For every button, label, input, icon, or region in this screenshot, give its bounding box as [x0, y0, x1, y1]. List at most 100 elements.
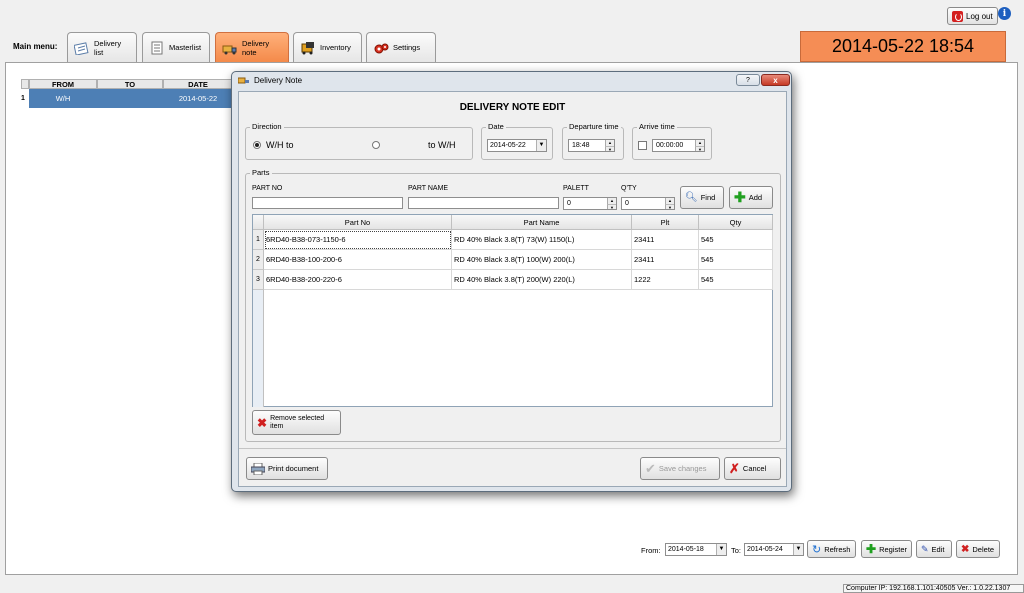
table-cell-plt[interactable]: 23411 — [632, 250, 699, 270]
refresh-button[interactable]: ↻ Refresh — [807, 540, 856, 558]
delivery-note-icon — [222, 45, 237, 54]
arrive-time-input[interactable]: 00:00:00 ▲ ▼ — [652, 139, 705, 152]
remove-selected-button[interactable]: ✖ Remove selected item — [252, 410, 341, 435]
remove-selected-label: Remove selected item — [270, 415, 324, 431]
plus-icon: ✚ — [734, 189, 746, 205]
power-icon — [952, 10, 963, 22]
departure-group: Departure time 18:48 ▲ ▼ — [562, 122, 624, 160]
tab-masterlist[interactable]: Masterlist — [142, 32, 210, 62]
spin-down-icon[interactable]: ▼ — [605, 145, 614, 151]
find-button[interactable]: 🔍︎ Find — [680, 186, 724, 209]
table-cell-qty[interactable]: 545 — [699, 250, 773, 270]
table-cell-plt[interactable]: 1222 — [632, 270, 699, 290]
from-date-value: 2014-05-18 — [668, 546, 704, 553]
column-header-part-name[interactable]: Part Name — [452, 215, 632, 230]
palett-input[interactable]: 0 ▲ ▼ — [563, 197, 617, 210]
qty-input[interactable]: 0 ▲ ▼ — [621, 197, 675, 210]
spin-down-icon[interactable]: ▼ — [607, 203, 616, 209]
date-label: Date — [486, 122, 506, 131]
edit-icon: ✎ — [921, 543, 929, 554]
settings-icon — [374, 43, 389, 53]
column-header-part-no[interactable]: Part No — [264, 215, 452, 230]
radio-wh-to-label: W/H to — [266, 140, 294, 150]
status-bar: Computer IP: 192.168.1.101:40505 Ver.: 1… — [843, 584, 1024, 593]
table-cell-part-name[interactable]: RD 40% Black 3.8(T) 100(W) 200(L) — [452, 250, 632, 270]
arrive-value: 00:00:00 — [656, 142, 684, 149]
table-cell-plt[interactable]: 23411 — [632, 230, 699, 250]
parts-label: Parts — [250, 168, 272, 177]
table-cell-date[interactable]: 2014-05-22 — [163, 89, 233, 108]
table-cell-to[interactable] — [97, 89, 163, 108]
tab-label: Inventory — [320, 43, 351, 52]
row-number: 3 — [253, 270, 264, 290]
column-header-date[interactable]: DATE — [163, 79, 233, 89]
tab-label: Settings — [393, 43, 421, 52]
save-changes-button[interactable]: ✔ Save changes — [640, 457, 720, 480]
table-cell-part-no[interactable]: 6RD40-B38-100-200-6 — [264, 250, 452, 270]
register-button[interactable]: ✚ Register — [861, 540, 912, 558]
cancel-icon: ✗ — [729, 460, 740, 476]
delivery-list-icon — [74, 41, 89, 55]
date-value: 2014-05-22 — [490, 142, 526, 149]
column-header-qty[interactable]: Qty — [699, 215, 773, 230]
chevron-down-icon: ▼ — [536, 140, 546, 151]
table-cell-part-no[interactable]: 6RD40-B38-200-220-6 — [264, 270, 452, 290]
row-number: 1 — [253, 230, 264, 250]
column-header-to[interactable]: TO — [97, 79, 163, 89]
table-cell-from[interactable]: W/H — [29, 89, 97, 108]
radio-wh-to[interactable] — [253, 141, 261, 149]
save-label: Save changes — [658, 464, 707, 473]
dialog-title-bar: Delivery Note — [238, 75, 302, 85]
table-cell-qty[interactable]: 545 — [699, 230, 773, 250]
from-date-select[interactable]: 2014-05-18 ▼ — [665, 543, 727, 556]
tab-settings[interactable]: Settings — [366, 32, 436, 62]
tab-label: Delivery note — [242, 38, 270, 57]
parts-table: Part No Part Name Plt Qty 1 6RD40-B38-07… — [252, 214, 773, 407]
palett-label: PALETT — [563, 185, 589, 192]
delivery-note-dialog: Delivery Note ? x DELIVERY NOTE EDIT Dir… — [231, 71, 792, 492]
add-label: Add — [748, 193, 763, 202]
masterlist-icon — [151, 41, 163, 54]
departure-value: 18:48 — [572, 142, 590, 149]
arrive-label: Arrive time — [637, 122, 677, 131]
info-icon: i — [998, 7, 1011, 20]
direction-group: Direction W/H to to W/H — [245, 122, 473, 160]
palett-value: 0 — [567, 200, 571, 207]
edit-button[interactable]: ✎ Edit — [916, 540, 952, 558]
table-cell-part-no[interactable]: 6RD40-B38-073-1150-6 — [264, 230, 452, 250]
date-select[interactable]: 2014-05-22 ▼ — [487, 139, 547, 152]
spin-down-icon[interactable]: ▼ — [665, 203, 674, 209]
close-button[interactable]: x — [761, 74, 790, 86]
departure-time-input[interactable]: 18:48 ▲ ▼ — [568, 139, 615, 152]
spin-down-icon[interactable]: ▼ — [695, 145, 704, 151]
remove-label-line2: item — [270, 422, 284, 430]
part-no-input[interactable] — [252, 197, 403, 209]
qty-value: 0 — [625, 200, 629, 207]
refresh-icon: ↻ — [812, 543, 822, 556]
table-corner — [253, 215, 264, 230]
radio-to-wh[interactable] — [372, 141, 380, 149]
part-name-input[interactable] — [408, 197, 559, 209]
column-header-from[interactable]: FROM — [29, 79, 97, 89]
tab-delivery-list[interactable]: Delivery list — [67, 32, 137, 62]
tab-delivery-note[interactable]: Delivery note — [215, 32, 289, 62]
delete-button[interactable]: ✖ Delete — [956, 540, 1000, 558]
inventory-icon — [301, 41, 314, 54]
info-button[interactable]: i — [998, 7, 1011, 20]
find-label: Find — [700, 193, 716, 202]
table-cell-qty[interactable]: 545 — [699, 270, 773, 290]
tab-inventory[interactable]: Inventory — [293, 32, 362, 62]
part-name-label: PART NAME — [408, 185, 449, 192]
add-button[interactable]: ✚ Add — [729, 186, 773, 209]
help-button[interactable]: ? — [736, 74, 760, 86]
table-cell-part-name[interactable]: RD 40% Black 3.8(T) 73(W) 1150(L) — [452, 230, 632, 250]
table-cell-part-name[interactable]: RD 40% Black 3.8(T) 200(W) 220(L) — [452, 270, 632, 290]
cancel-button[interactable]: ✗ Cancel — [724, 457, 781, 480]
printer-icon — [251, 462, 265, 475]
logout-button[interactable]: Log out — [947, 7, 998, 25]
to-date-select[interactable]: 2014-05-24 ▼ — [744, 543, 804, 556]
arrive-checkbox[interactable] — [638, 141, 647, 150]
print-document-button[interactable]: Print document — [246, 457, 328, 480]
column-header-plt[interactable]: Plt — [632, 215, 699, 230]
date-group: Date 2014-05-22 ▼ — [481, 122, 553, 160]
